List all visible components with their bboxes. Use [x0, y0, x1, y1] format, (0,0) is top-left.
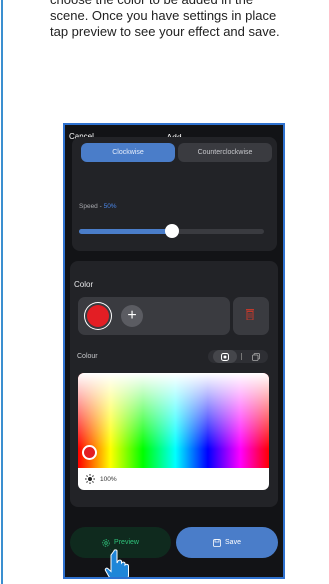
- picker-handle[interactable]: [82, 445, 97, 460]
- direction-card: Clockwise Counterclockwise Speed - 50%: [72, 137, 277, 251]
- caption-line-1: choose the color to be added in the: [50, 0, 320, 8]
- left-rule: [1, 0, 3, 584]
- add-color-button[interactable]: +: [121, 305, 143, 327]
- save-label: Save: [225, 539, 241, 546]
- speed-value: 50%: [103, 203, 117, 210]
- caption-clip: choose the color to be added in the scen…: [50, 0, 320, 48]
- brightness-icon: [85, 474, 95, 484]
- color-swatch-list: +: [78, 297, 230, 335]
- palette-icon: [221, 353, 229, 361]
- save-button[interactable]: Save: [176, 527, 278, 558]
- color-spectrum[interactable]: [78, 373, 269, 468]
- brightness-row[interactable]: 100%: [78, 470, 269, 488]
- plus-icon: +: [127, 307, 137, 324]
- clockwise-tab[interactable]: Clockwise: [81, 143, 175, 162]
- trash-icon: [246, 309, 254, 320]
- preview-icon: [102, 538, 110, 547]
- pointing-hand-icon: [104, 549, 129, 577]
- speed-label: Speed - 50%: [79, 203, 117, 210]
- speed-label-text: Speed -: [79, 203, 104, 210]
- color-section-title: Color: [74, 280, 94, 289]
- preview-label: Preview: [114, 539, 139, 546]
- counterclockwise-tab[interactable]: Counterclockwise: [178, 143, 272, 162]
- phone-screen: Cancel Add Clockwise Counterclockwise Sp…: [63, 123, 285, 579]
- colour-label: Colour: [77, 353, 98, 360]
- toggle-divider: [241, 353, 242, 360]
- caption-line-3: tap preview to see your effect and save.: [50, 24, 280, 39]
- caption-line-2: scene. Once you have settings in place: [50, 8, 277, 23]
- speed-slider-fill: [79, 229, 172, 234]
- copy-icon: [252, 353, 260, 361]
- speed-slider-thumb[interactable]: [164, 224, 179, 238]
- color-picker[interactable]: 100%: [78, 373, 269, 490]
- swatch-mode-button[interactable]: [244, 350, 266, 363]
- delete-color-button[interactable]: [233, 297, 269, 335]
- brightness-value: 100%: [100, 476, 117, 483]
- picker-mode-toggle: [208, 350, 268, 363]
- selected-color-swatch[interactable]: [87, 305, 109, 327]
- save-icon: [213, 538, 221, 547]
- wheel-mode-button[interactable]: [213, 350, 237, 363]
- speed-slider[interactable]: [79, 224, 264, 238]
